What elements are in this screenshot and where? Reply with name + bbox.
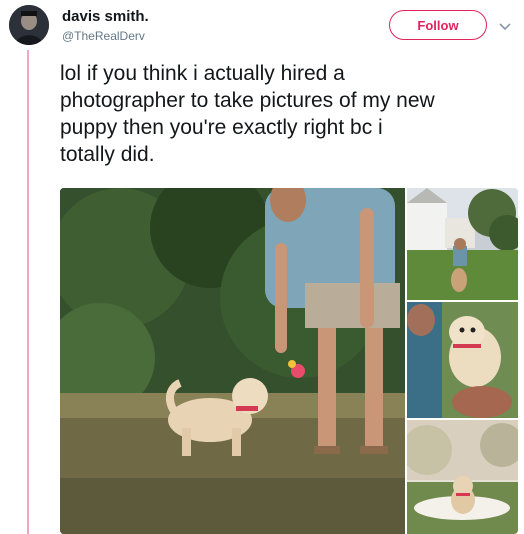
thread-line xyxy=(27,50,29,534)
display-name[interactable]: davis smith. xyxy=(62,8,149,25)
side-photo-3[interactable] xyxy=(407,420,518,534)
avatar[interactable] xyxy=(9,5,49,45)
main-photo[interactable] xyxy=(60,188,405,534)
media-grid xyxy=(60,188,518,534)
chevron-down-icon[interactable] xyxy=(497,18,513,34)
tweet-text: lol if you think i actually hired a phot… xyxy=(60,62,435,166)
follow-button[interactable]: Follow xyxy=(389,10,487,40)
side-photo-2[interactable] xyxy=(407,302,518,418)
user-handle[interactable]: @TheRealDerv xyxy=(62,29,145,43)
side-photo-1[interactable] xyxy=(407,188,518,300)
